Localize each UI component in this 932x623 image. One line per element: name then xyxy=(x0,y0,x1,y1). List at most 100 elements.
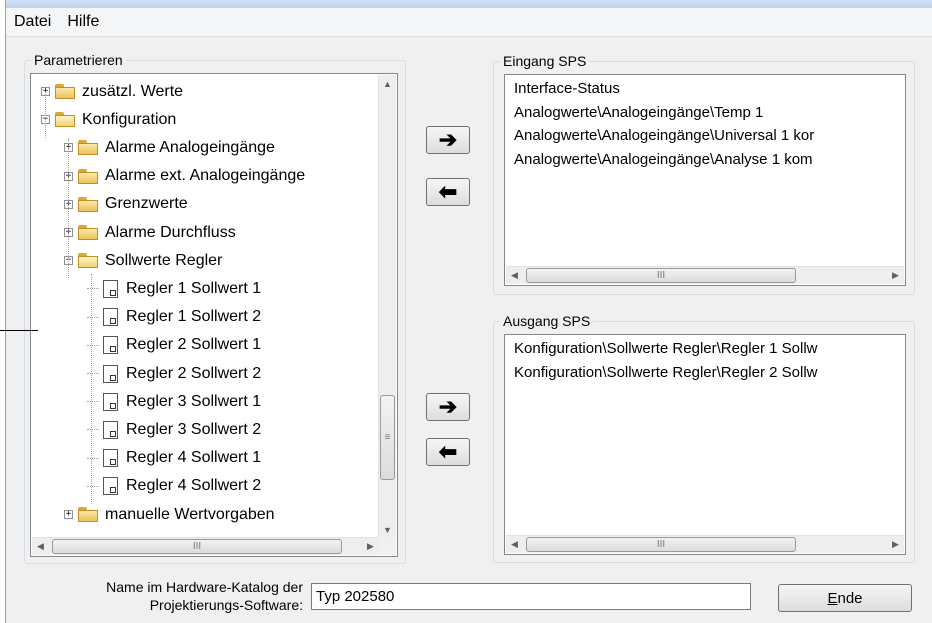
tree-item-label: Regler 4 Sollwert 2 xyxy=(126,477,262,495)
remove-from-input-button[interactable]: ⬅ xyxy=(426,178,470,206)
list-item[interactable]: Analogwerte\Analogeingänge\Analyse 1 kom xyxy=(514,151,813,168)
thumb-grip: ≡ xyxy=(384,432,391,443)
tree-connector xyxy=(87,316,99,318)
tree-folder-item[interactable]: + Alarme Analogeingänge xyxy=(64,134,275,161)
thumb-grip: III xyxy=(656,539,666,550)
eingang-list[interactable]: Interface-Status Analogwerte\Analogeingän… xyxy=(504,74,906,286)
catalog-name-label: Name im Hardware-Katalog der Projektieru… xyxy=(106,578,303,614)
document-icon xyxy=(103,364,118,383)
ausgang-label: Ausgang SPS xyxy=(500,313,594,329)
folder-icon xyxy=(78,168,98,184)
tree-item-label: Alarme Analogeingänge xyxy=(105,138,275,156)
ausgang-horizontal-scrollbar[interactable]: ◀ III ▶ xyxy=(506,535,904,553)
add-to-input-button[interactable]: ➔ xyxy=(426,126,470,154)
arrow-right-icon: ➔ xyxy=(438,394,458,419)
folder-icon xyxy=(78,225,98,240)
tree-item-label: Grenzwerte xyxy=(105,195,188,213)
folder-icon xyxy=(78,196,98,212)
expand-icon[interactable]: + xyxy=(64,510,73,519)
scroll-down-button[interactable]: ▼ xyxy=(379,521,396,538)
arrow-left-icon: ⬅ xyxy=(438,439,458,464)
menu-hilfe[interactable]: Hilfe xyxy=(59,13,107,31)
document-icon xyxy=(103,477,118,496)
tree-folder-item[interactable]: − Sollwerte Regler xyxy=(64,247,222,274)
eingang-hscroll-thumb[interactable]: III xyxy=(526,268,796,283)
open-folder-icon xyxy=(78,253,98,269)
tree-leaf-item[interactable]: Regler 2 Sollwert 2 xyxy=(87,360,261,387)
tree-connector xyxy=(87,288,99,290)
document-icon xyxy=(103,420,118,439)
ende-button[interactable]: Ende xyxy=(778,584,912,612)
scroll-right-button[interactable]: ▶ xyxy=(362,538,379,555)
catalog-name-input[interactable] xyxy=(311,583,751,610)
tree-folder-item[interactable]: + zusätzl. Werte xyxy=(41,78,183,105)
arrow-left-icon: ⬅ xyxy=(438,179,458,204)
tree-item-label: Regler 2 Sollwert 1 xyxy=(126,336,262,354)
tree-item-label: Regler 4 Sollwert 1 xyxy=(126,449,262,467)
tree-folder-item[interactable]: + manuelle Wertvorgaben xyxy=(64,501,275,528)
menu-datei[interactable]: Datei xyxy=(6,13,59,31)
scroll-left-button[interactable]: ◀ xyxy=(506,267,523,284)
tree-connector xyxy=(87,401,99,403)
folder-icon xyxy=(78,507,98,522)
tree-vertical-scrollbar[interactable]: ▲ ≡ ▼ xyxy=(378,75,396,538)
catalog-label-line1: Name im Hardware-Katalog der xyxy=(106,579,303,595)
tree-folder-item[interactable]: + Grenzwerte xyxy=(64,191,188,218)
scroll-right-button[interactable]: ▶ xyxy=(887,267,904,284)
tree-leaf-item[interactable]: Regler 4 Sollwert 1 xyxy=(87,445,261,472)
menu-bar: Datei Hilfe xyxy=(6,8,932,37)
scroll-corner xyxy=(379,538,396,555)
tree-item-label: Regler 1 Sollwert 1 xyxy=(126,279,262,297)
catalog-label-line2: Projektierungs-Software: xyxy=(149,597,303,613)
parameter-tree[interactable]: + zusätzl. Werte − Konfiguration + Alarme Ana… xyxy=(30,73,398,557)
list-item[interactable]: Analogwerte\Analogeingänge\Universal 1 k… xyxy=(514,127,814,144)
ausgang-list[interactable]: Konfiguration\Sollwerte Regler\Regler 1 … xyxy=(504,334,906,555)
ende-mnemonic: E xyxy=(827,589,838,607)
tree-leaf-item[interactable]: Regler 1 Sollwert 1 xyxy=(87,275,261,302)
parametrieren-group: Parametrieren + zusätzl. Werte − Konfigurat… xyxy=(24,52,406,564)
tree-folder-item[interactable]: + Alarme Durchfluss xyxy=(64,219,236,246)
title-bar xyxy=(6,0,932,8)
thumb-grip: III xyxy=(192,541,202,552)
tree-leaf-item[interactable]: Regler 3 Sollwert 1 xyxy=(87,388,261,415)
tree-item-label: Regler 1 Sollwert 2 xyxy=(126,308,262,326)
tree-guide-line xyxy=(91,274,92,504)
arrow-right-icon: ➔ xyxy=(438,127,458,152)
tree-horizontal-scrollbar[interactable]: ◀ III ▶ xyxy=(32,537,379,555)
tree-leaf-item[interactable]: Regler 4 Sollwert 2 xyxy=(87,473,261,500)
document-icon xyxy=(103,279,118,298)
tree-guide-line xyxy=(45,94,46,138)
scroll-up-button[interactable]: ▲ xyxy=(379,75,396,92)
tree-item-label: Sollwerte Regler xyxy=(105,251,223,269)
scroll-left-button[interactable]: ◀ xyxy=(32,538,49,555)
list-item[interactable]: Konfiguration\Sollwerte Regler\Regler 1 … xyxy=(514,340,818,357)
folder-icon xyxy=(55,84,75,99)
list-item[interactable]: Interface-Status xyxy=(514,80,620,97)
tree-item-label: Regler 2 Sollwert 2 xyxy=(126,364,262,382)
tree-item-label: zusätzl. Werte xyxy=(82,82,184,100)
list-item[interactable]: Konfiguration\Sollwerte Regler\Regler 2 … xyxy=(514,364,818,381)
tree-leaf-item[interactable]: Regler 3 Sollwert 2 xyxy=(87,416,261,443)
tree-folder-item[interactable]: − Konfiguration xyxy=(41,106,176,133)
ende-label-rest: nde xyxy=(837,589,863,607)
eingang-label: Eingang SPS xyxy=(500,53,590,69)
tree-item-label: Regler 3 Sollwert 2 xyxy=(126,420,262,438)
add-to-output-button[interactable]: ➔ xyxy=(426,393,470,421)
document-icon xyxy=(103,308,118,327)
tree-vscroll-thumb[interactable]: ≡ xyxy=(380,395,395,480)
tree-folder-item[interactable]: + Alarme ext. Analogeingänge xyxy=(64,163,305,190)
tree-leaf-item[interactable]: Regler 2 Sollwert 1 xyxy=(87,332,261,359)
document-icon xyxy=(103,449,118,468)
eingang-horizontal-scrollbar[interactable]: ◀ III ▶ xyxy=(506,266,904,284)
tree-hscroll-thumb[interactable]: III xyxy=(52,539,342,554)
remove-from-output-button[interactable]: ⬅ xyxy=(426,438,470,466)
scroll-left-button[interactable]: ◀ xyxy=(506,536,523,553)
main-window: Datei Hilfe Parametrieren + zusätzl. Wert… xyxy=(5,0,932,623)
scroll-right-button[interactable]: ▶ xyxy=(887,536,904,553)
list-item[interactable]: Analogwerte\Analogeingänge\Temp 1 xyxy=(514,104,763,121)
eingang-group: Eingang SPS Interface-Status Analogwerte\… xyxy=(493,53,915,295)
tree-leaf-item[interactable]: Regler 1 Sollwert 2 xyxy=(87,304,261,331)
document-icon xyxy=(103,336,118,355)
ausgang-hscroll-thumb[interactable]: III xyxy=(526,537,796,552)
parametrieren-label: Parametrieren xyxy=(31,52,126,68)
